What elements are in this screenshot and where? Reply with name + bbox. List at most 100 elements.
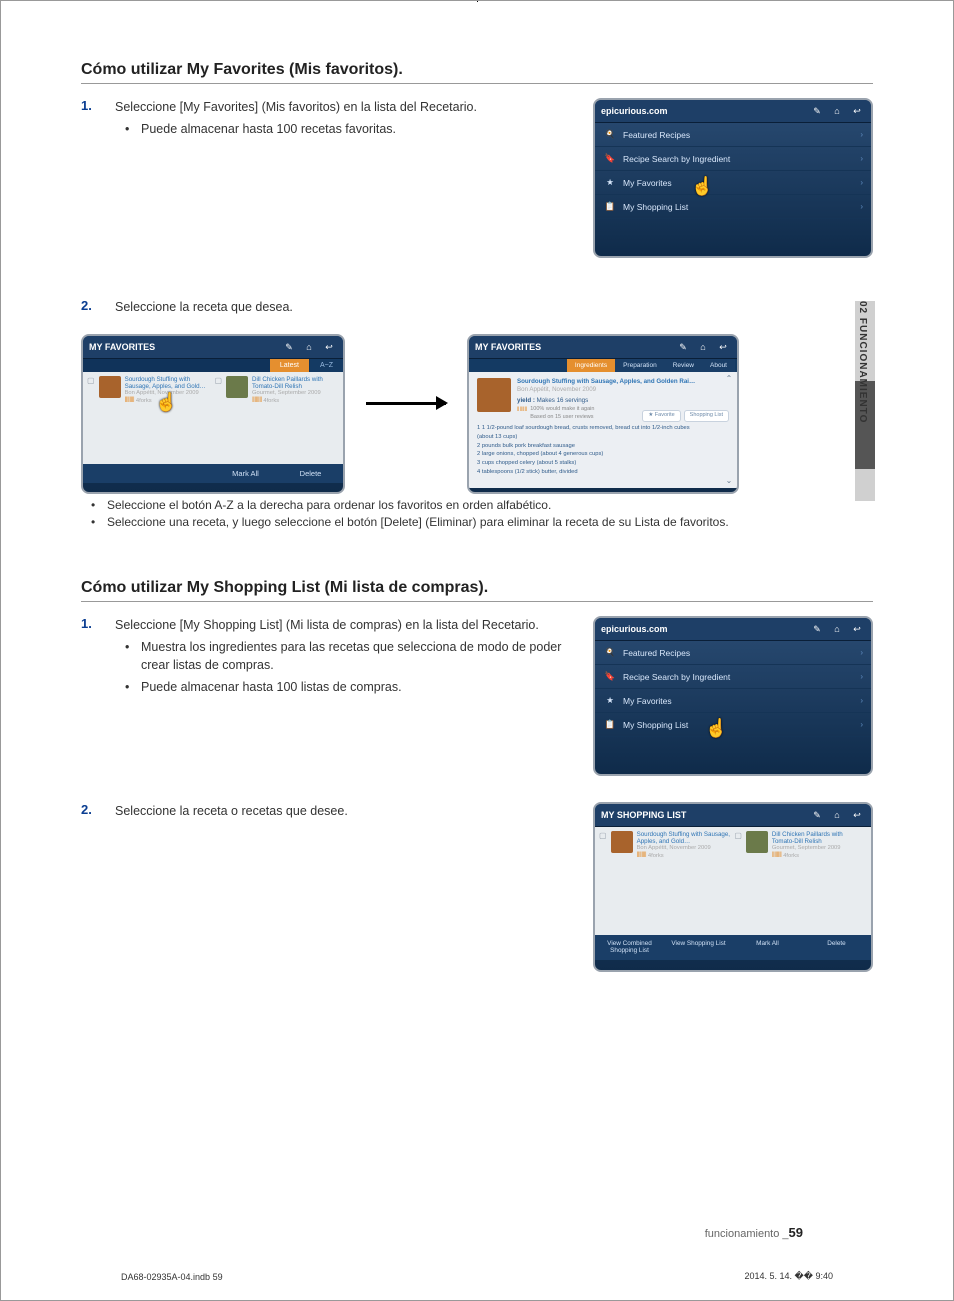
- recipe-source: Bon Appétit, November 2009: [637, 845, 731, 852]
- forks-rating-icon: ‖‖‖‖: [252, 397, 262, 404]
- menu-featured-recipes[interactable]: 🍳Featured Recipes›: [595, 123, 871, 147]
- step-bullet: Muestra los ingredientes para las receta…: [125, 638, 577, 674]
- home-icon[interactable]: ⌂: [829, 104, 845, 118]
- forks-rating-icon: ‖‖‖‖: [517, 406, 527, 421]
- step-text: Seleccione la receta o recetas que desee…: [115, 804, 348, 818]
- view-combined-button[interactable]: View Combined Shopping List: [595, 935, 664, 960]
- mark-all-button[interactable]: Mark All: [733, 935, 802, 960]
- ingredient-line: 1 1 1/2-pound loaf sourdough bread, crus…: [477, 425, 729, 433]
- back-icon[interactable]: ↩: [849, 104, 865, 118]
- recipe-title: Dill Chicken Paillards with Tomato-Dill …: [252, 376, 338, 390]
- step-bullet: Puede almacenar hasta 100 listas de comp…: [125, 678, 577, 696]
- checkbox-icon[interactable]: ▢: [87, 376, 95, 405]
- chef-hat-icon: 🍳: [603, 129, 617, 140]
- menu-my-shopping-list[interactable]: 📋My Shopping List›: [595, 195, 871, 219]
- ingredient-line: (about 13 cups): [477, 434, 729, 442]
- note-icon: 📋: [603, 719, 617, 730]
- menu-my-shopping-list[interactable]: 📋My Shopping List›: [595, 713, 871, 737]
- edit-icon[interactable]: ✎: [809, 622, 825, 636]
- delete-button[interactable]: Delete: [802, 935, 871, 960]
- recipe-card[interactable]: ▢ Sourdough Stuffing with Sausage, Apple…: [599, 831, 730, 860]
- tag-icon: 🔖: [603, 671, 617, 682]
- recipe-thumbnail: [226, 376, 248, 398]
- back-icon[interactable]: ↩: [715, 340, 731, 354]
- screen-title: MY FAVORITES: [89, 342, 277, 352]
- edit-icon[interactable]: ✎: [809, 808, 825, 822]
- chef-hat-icon: 🍳: [603, 647, 617, 658]
- pointer-cursor-icon: ☝: [155, 392, 177, 413]
- recipe-image: [477, 378, 511, 412]
- step-text: Seleccione [My Shopping List] (Mi lista …: [115, 618, 539, 632]
- menu-search-ingredient[interactable]: 🔖Recipe Search by Ingredient›: [595, 665, 871, 689]
- tab-ingredients[interactable]: Ingredients: [567, 359, 615, 372]
- forks-rating-icon: ‖‖‖‖: [772, 852, 782, 859]
- back-icon[interactable]: ↩: [321, 340, 337, 354]
- checkbox-icon[interactable]: ▢: [734, 831, 742, 860]
- recipe-title: Sourdough Stuffing with Sausage, Apples,…: [125, 376, 211, 390]
- recipe-card[interactable]: ▢ Sourdough Stuffing with Sausage, Apple…: [87, 376, 210, 405]
- screen-title: MY FAVORITES: [475, 342, 671, 352]
- section2-title: Cómo utilizar My Shopping List (Mi lista…: [81, 579, 873, 602]
- arrow-right-icon: [361, 402, 451, 405]
- step-bullet: Puede almacenar hasta 100 recetas favori…: [125, 120, 577, 138]
- section1-title: Cómo utilizar My Favorites (Mis favorito…: [81, 61, 873, 84]
- tab-preparation[interactable]: Preparation: [615, 359, 665, 372]
- app-title: epicurious.com: [601, 106, 805, 116]
- ingredient-line: 2 pounds bulk pork breakfast sausage: [477, 443, 729, 451]
- recipe-title: Sourdough Stuffing with Sausage, Apples,…: [637, 831, 731, 845]
- tab-about[interactable]: About: [702, 359, 735, 372]
- pointer-cursor-icon: ☝: [691, 176, 713, 197]
- recipe-card[interactable]: ▢ Dill Chicken Paillards with Tomato-Dil…: [734, 831, 865, 860]
- tab-review[interactable]: Review: [665, 359, 702, 372]
- edit-icon[interactable]: ✎: [809, 104, 825, 118]
- delete-button[interactable]: Delete: [278, 464, 343, 483]
- recipe-card[interactable]: ▢ Dill Chicken Paillards with Tomato-Dil…: [214, 376, 337, 405]
- step-number: 2.: [81, 802, 115, 820]
- home-icon[interactable]: ⌂: [829, 808, 845, 822]
- ingredient-line: 3 cups chopped celery (about 5 stalks): [477, 460, 729, 468]
- mark-all-button[interactable]: Mark All: [213, 464, 278, 483]
- back-icon[interactable]: ↩: [849, 622, 865, 636]
- edit-icon[interactable]: ✎: [281, 340, 297, 354]
- scroll-down-icon[interactable]: ⌄: [724, 476, 734, 486]
- forks-rating-icon: ‖‖‖‖: [125, 397, 135, 404]
- star-icon: ★: [603, 177, 617, 188]
- pointer-cursor-icon: ☝: [705, 718, 727, 739]
- scroll-up-icon[interactable]: ⌃: [724, 374, 734, 384]
- page-footer: funcionamiento _59: [705, 1225, 803, 1240]
- app-screenshot-home-shop: epicurious.com ✎ ⌂ ↩ 🍳Featured Recipes› …: [593, 616, 873, 776]
- app-screenshot-favorites-list: MY FAVORITES ✎ ⌂ ↩ Latest A~Z ▢ Sourdoug…: [81, 334, 345, 494]
- menu-featured-recipes[interactable]: 🍳Featured Recipes›: [595, 641, 871, 665]
- home-icon[interactable]: ⌂: [695, 340, 711, 354]
- step-number: 1.: [81, 98, 115, 141]
- checkbox-icon[interactable]: ▢: [214, 376, 222, 405]
- app-title: epicurious.com: [601, 624, 805, 634]
- home-icon[interactable]: ⌂: [301, 340, 317, 354]
- note-bullet: Seleccione el botón A-Z a la derecha par…: [91, 498, 873, 512]
- recipe-source: Gourmet, September 2009: [252, 390, 338, 397]
- recipe-thumbnail: [611, 831, 633, 853]
- print-meta-right: 2014. 5. 14. �� 9:40: [744, 1271, 833, 1282]
- print-meta-left: DA68-02935A-04.indb 59: [121, 1272, 223, 1282]
- edit-icon[interactable]: ✎: [675, 340, 691, 354]
- menu-my-favorites[interactable]: ★My Favorites›: [595, 689, 871, 713]
- app-screenshot-home-fav: epicurious.com ✎ ⌂ ↩ 🍳Featured Recipes› …: [593, 98, 873, 258]
- recipe-thumbnail: [746, 831, 768, 853]
- step-text: Seleccione la receta que desea.: [115, 300, 293, 314]
- tag-icon: 🔖: [603, 153, 617, 164]
- app-screenshot-shopping-list: MY SHOPPING LIST ✎ ⌂ ↩ ▢ Sourdough Stuff…: [593, 802, 873, 972]
- recipe-source: Gourmet, September 2009: [772, 845, 866, 852]
- favorite-pill-button[interactable]: ★ Favorite: [642, 410, 680, 421]
- menu-search-ingredient[interactable]: 🔖Recipe Search by Ingredient›: [595, 147, 871, 171]
- forks-rating-icon: ‖‖‖‖: [637, 852, 647, 859]
- view-shopping-list-button[interactable]: View Shopping List: [664, 935, 733, 960]
- tab-az[interactable]: A~Z: [310, 359, 343, 372]
- step-number: 2.: [81, 298, 115, 316]
- back-icon[interactable]: ↩: [849, 808, 865, 822]
- step-text: Seleccione [My Favorites] (Mis favoritos…: [115, 100, 477, 114]
- tab-latest[interactable]: Latest: [270, 359, 309, 372]
- shopping-list-pill-button[interactable]: Shopping List: [684, 410, 729, 421]
- checkbox-icon[interactable]: ▢: [599, 831, 607, 860]
- menu-my-favorites[interactable]: ★My Favorites›: [595, 171, 871, 195]
- home-icon[interactable]: ⌂: [829, 622, 845, 636]
